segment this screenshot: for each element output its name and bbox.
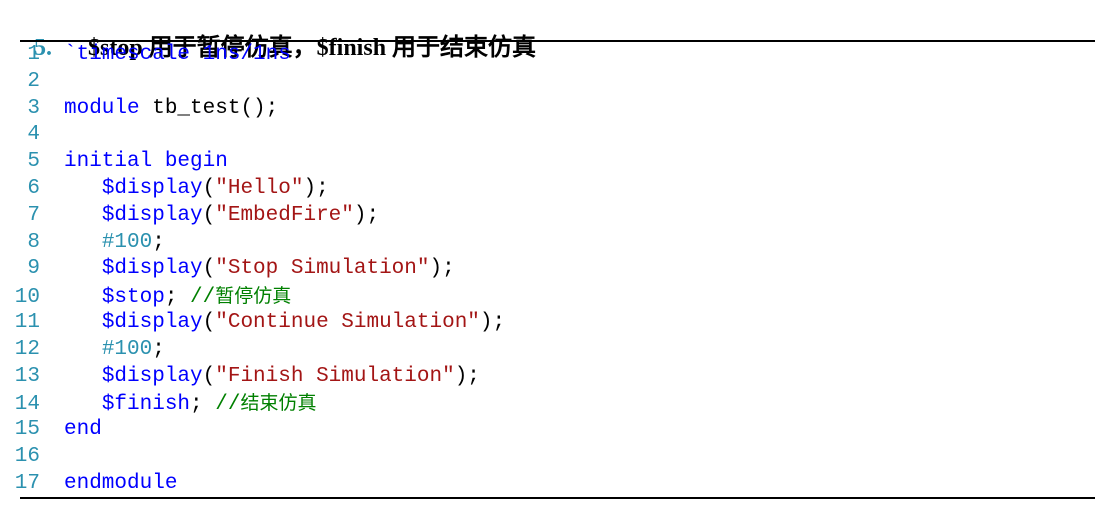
code-line: 16 <box>0 444 1095 471</box>
comment-token: //暂停仿真 <box>190 285 292 310</box>
code-line: 4 <box>0 122 1095 149</box>
code-line: 7 $display("EmbedFire"); <box>0 203 1095 230</box>
code-block-bottom-rule <box>20 497 1095 499</box>
system-task-token: $finish <box>101 393 191 417</box>
keyword-token: end <box>64 418 102 442</box>
code-line: 8 #100; <box>0 230 1095 257</box>
line-number: 9 <box>27 257 40 281</box>
code-line: 6 $display("Hello"); <box>0 176 1095 203</box>
code-line: 13 $display("Finish Simulation"); <box>0 364 1095 391</box>
line-number: 7 <box>27 203 40 227</box>
plain-token: ( <box>202 257 216 281</box>
line-number: 11 <box>14 310 40 334</box>
keyword-token: module <box>64 96 140 120</box>
code-line: 2 <box>0 69 1095 96</box>
delay-token: #100 <box>101 337 153 361</box>
system-task-token: $display <box>101 310 203 334</box>
line-number: 13 <box>14 364 40 388</box>
code-line: 12 #100; <box>0 337 1095 364</box>
line-number: 14 <box>14 393 40 417</box>
system-task-token: $display <box>101 364 203 388</box>
code-line: 10 $stop; //暂停仿真 <box>0 283 1095 310</box>
plain-token: tb_test(); <box>139 96 279 120</box>
line-number: 5 <box>27 150 40 174</box>
plain-token: ); <box>303 176 329 200</box>
plain-token: ( <box>202 176 216 200</box>
code-line: 14 $finish; //结束仿真 <box>0 390 1095 417</box>
system-task-token: $display <box>101 203 203 227</box>
system-task-token: $display <box>101 257 203 281</box>
code-line: 15 end <box>0 417 1095 444</box>
plain-token: ( <box>202 310 216 334</box>
string-token: "Hello" <box>215 176 304 200</box>
plain-token: ; <box>190 393 216 417</box>
line-number: 3 <box>27 96 40 120</box>
plain-token: ; <box>152 230 165 254</box>
code-line: 17 endmodule <box>0 471 1095 498</box>
plain-token: ); <box>429 257 455 281</box>
delay-token: #100 <box>101 230 153 254</box>
system-task-token: $stop <box>101 286 165 310</box>
line-number: 1 <box>27 43 40 66</box>
line-number: 16 <box>14 444 40 468</box>
line-number: 4 <box>27 123 40 147</box>
string-token: "Finish Simulation" <box>215 364 455 388</box>
line-number: 8 <box>27 230 40 254</box>
plain-token: ); <box>353 203 380 227</box>
code-line: 1 `timescale 1ns/1ns <box>0 42 1095 69</box>
directive-token: `timescale 1ns/1ns <box>64 43 291 66</box>
plain-token: ( <box>202 203 216 227</box>
line-number: 10 <box>14 286 40 310</box>
keyword-token: initial begin <box>64 150 228 174</box>
keyword-token: endmodule <box>64 471 178 495</box>
comment-token: //结束仿真 <box>215 392 317 417</box>
plain-token: ); <box>454 364 480 388</box>
line-number: 6 <box>27 176 40 200</box>
line-number: 15 <box>14 418 40 442</box>
code-line: 5 initial begin <box>0 149 1095 176</box>
code-line: 11 $display("Continue Simulation"); <box>0 310 1095 337</box>
line-number: 2 <box>27 69 40 93</box>
string-token: "Continue Simulation" <box>215 310 480 334</box>
plain-token: ; <box>152 337 165 361</box>
line-number: 12 <box>14 337 40 361</box>
system-task-token: $display <box>101 176 203 200</box>
line-number: 17 <box>14 471 40 495</box>
string-token: "EmbedFire" <box>215 203 354 227</box>
plain-token: ( <box>202 364 216 388</box>
plain-token: ); <box>479 310 506 334</box>
code-block: 1 `timescale 1ns/1ns 2 3 module tb_test(); 4 5… <box>0 42 1095 498</box>
string-token: "Stop Simulation" <box>215 257 430 281</box>
plain-token: ; <box>164 286 191 310</box>
code-line: 9 $display("Stop Simulation"); <box>0 256 1095 283</box>
code-line: 3 module tb_test(); <box>0 96 1095 123</box>
